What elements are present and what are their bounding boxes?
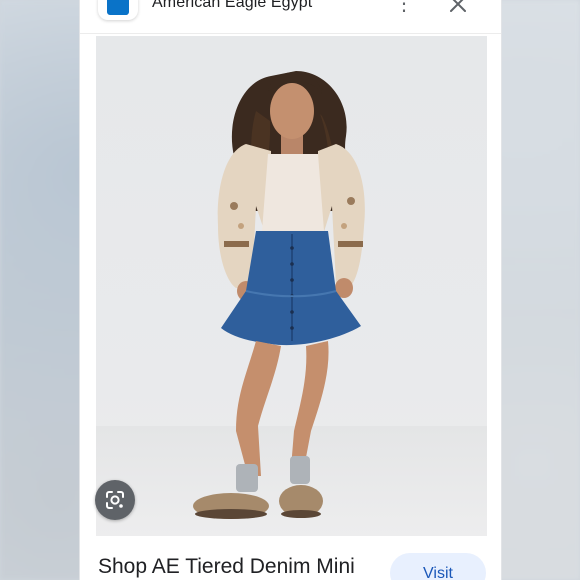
more-options-button[interactable]: ⋮ [392,0,416,16]
preview-panel: American Eagle Egypt ⋮ Shop AE Tiered De… [79,0,502,580]
product-image[interactable] [96,36,487,536]
result-title[interactable]: Shop AE Tiered Denim Mini [98,555,355,579]
american-eagle-favicon-icon [107,0,129,15]
visit-button[interactable]: Visit [390,553,486,580]
close-icon [450,0,466,12]
site-favicon[interactable] [98,0,138,20]
close-button[interactable] [446,0,470,16]
google-lens-icon [106,491,124,509]
panel-header: American Eagle Egypt ⋮ [80,0,501,34]
site-name[interactable]: American Eagle Egypt [152,0,312,12]
model-photo-illustration [193,71,365,519]
more-vert-icon: ⋮ [394,0,414,15]
google-lens-button[interactable] [95,480,135,520]
